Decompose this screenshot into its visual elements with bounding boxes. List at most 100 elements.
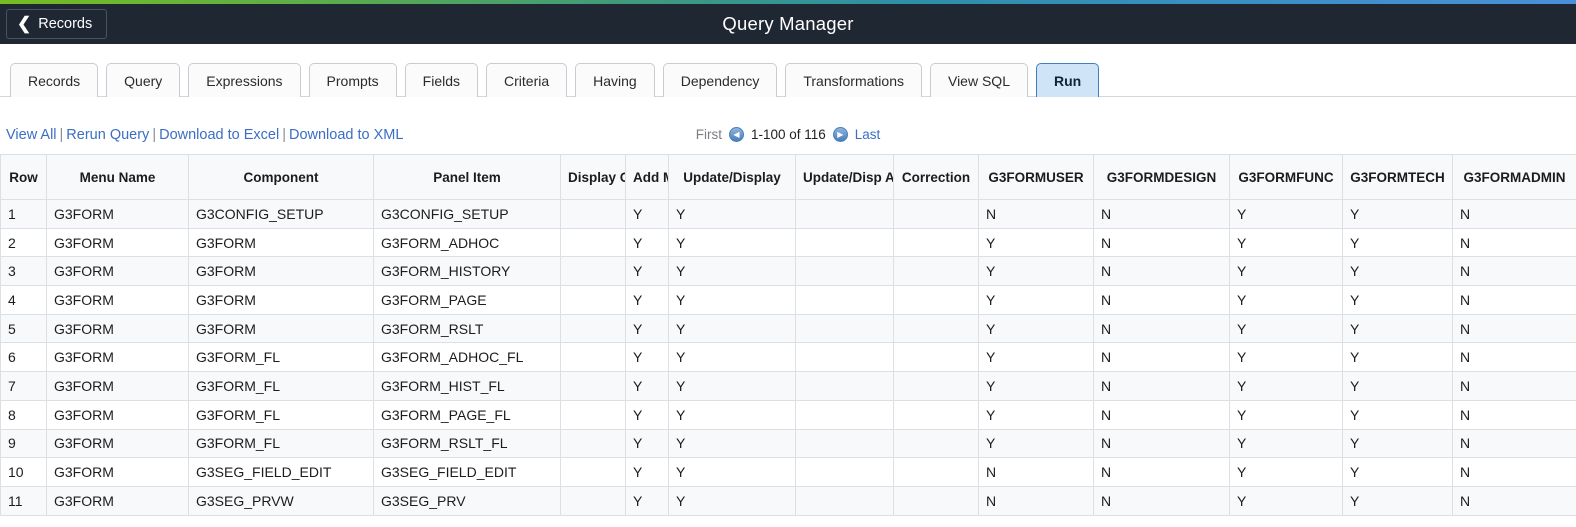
cell-display-only — [560, 256, 626, 287]
table-row: 10 G3FORM G3SEG_FIELD_EDIT G3SEG_FIELD_EDIT… — [0, 457, 1576, 487]
cell-g3formuser: N — [978, 485, 1094, 516]
cell-display-only — [560, 313, 626, 344]
cell-g3formdesign: N — [1093, 485, 1230, 516]
cell-correction — [893, 457, 979, 487]
cell-menu-name: G3FORM — [46, 199, 189, 229]
action-links: View All | Rerun Query | Download to Excel | D… — [0, 127, 403, 143]
tab-transformations[interactable]: Transformations — [785, 63, 922, 97]
column-header-component: Component — [188, 154, 374, 200]
tab-label: Expressions — [206, 72, 283, 89]
cell-add-mode: Y — [625, 227, 669, 258]
cell-g3formtech: Y — [1342, 399, 1453, 430]
cell-component: G3FORM — [188, 227, 374, 258]
cell-menu-name: G3FORM — [46, 485, 189, 516]
cell-g3formadmin: N — [1452, 313, 1576, 344]
cell-panel-item: G3SEG_PRV — [373, 485, 561, 516]
tab-fields[interactable]: Fields — [404, 63, 479, 97]
chevron-left-icon: ❮ — [17, 13, 32, 33]
cell-add-mode: Y — [625, 285, 669, 315]
cell-add-mode: Y — [625, 371, 669, 401]
action-link-download-to-excel[interactable]: Download to Excel — [159, 127, 279, 143]
tab-expressions[interactable]: Expressions — [188, 63, 301, 97]
cell-g3formadmin: N — [1452, 371, 1576, 401]
cell-component: G3FORM_FL — [188, 342, 374, 373]
cell-g3formdesign: N — [1093, 227, 1230, 258]
cell-update-disp-all — [795, 399, 894, 430]
action-link-view-all[interactable]: View All — [6, 127, 57, 143]
cell-g3formadmin: N — [1452, 428, 1576, 459]
back-to-records-button[interactable]: ❮ Records — [6, 9, 108, 39]
cell-display-only — [560, 342, 626, 373]
cell-g3formfunc: Y — [1229, 227, 1343, 258]
cell-correction — [893, 313, 979, 344]
cell-update-disp-all — [795, 313, 894, 344]
cell-g3formuser: Y — [978, 371, 1094, 401]
cell-g3formuser: Y — [978, 285, 1094, 315]
tab-records[interactable]: Records — [10, 63, 99, 97]
cell-g3formfunc: Y — [1229, 399, 1343, 430]
circle-right-arrow-icon[interactable]: ▶ — [832, 127, 848, 142]
cell-panel-item: G3FORM_HISTORY — [373, 256, 561, 287]
tab-view-sql[interactable]: View SQL — [929, 63, 1028, 97]
cell-add-mode: Y — [625, 199, 669, 229]
cell-panel-item: G3FORM_RSLT_FL — [373, 428, 561, 459]
column-header-g3formtech: G3FORMTECH — [1342, 154, 1453, 200]
app-header: ❮ Records Query Manager — [0, 4, 1576, 44]
cell-g3formuser: N — [978, 199, 1094, 229]
cell-display-only — [560, 227, 626, 258]
cell-row: 3 — [0, 256, 47, 287]
cell-row: 11 — [0, 485, 47, 516]
tab-bar: Records Query Expressions Prompts Fields Crit… — [0, 44, 1576, 97]
tab-prompts[interactable]: Prompts — [308, 63, 397, 97]
cell-g3formadmin: N — [1452, 485, 1576, 516]
table-row: 11 G3FORM G3SEG_PRVW G3SEG_PRV Y Y N N Y Y N — [0, 485, 1576, 516]
cell-add-mode: Y — [625, 399, 669, 430]
cell-update-disp-all — [795, 199, 894, 229]
cell-row: 8 — [0, 399, 47, 430]
cell-g3formfunc: Y — [1229, 313, 1343, 344]
tab-label: Fields — [422, 72, 461, 89]
cell-update-display: Y — [668, 199, 796, 229]
pagination-last-label[interactable]: Last — [855, 127, 881, 142]
tab-label: Query — [124, 72, 163, 89]
circle-left-arrow-icon[interactable]: ◀ — [728, 127, 744, 142]
cell-g3formdesign: N — [1093, 256, 1230, 287]
cell-g3formuser: Y — [978, 256, 1094, 287]
cell-update-disp-all — [795, 227, 894, 258]
cell-update-display: Y — [668, 457, 796, 487]
tab-having[interactable]: Having — [575, 63, 655, 97]
back-button-label: Records — [38, 16, 93, 32]
cell-panel-item: G3FORM_PAGE_FL — [373, 399, 561, 430]
tab-criteria[interactable]: Criteria — [486, 63, 568, 97]
table-row: 9 G3FORM G3FORM_FL G3FORM_RSLT_FL Y Y Y N Y Y N — [0, 428, 1576, 459]
cell-component: G3FORM_FL — [188, 399, 374, 430]
cell-g3formuser: Y — [978, 342, 1094, 373]
tab-run[interactable]: Run — [1035, 63, 1100, 97]
cell-g3formadmin: N — [1452, 342, 1576, 373]
cell-g3formdesign: N — [1093, 285, 1230, 315]
cell-menu-name: G3FORM — [46, 457, 189, 487]
cell-component: G3FORM_FL — [188, 428, 374, 459]
cell-g3formfunc: Y — [1229, 371, 1343, 401]
cell-update-display: Y — [668, 399, 796, 430]
cell-row: 5 — [0, 313, 47, 344]
cell-g3formuser: Y — [978, 227, 1094, 258]
tab-query[interactable]: Query — [106, 63, 181, 97]
pagination-first-label[interactable]: First — [696, 127, 722, 142]
cell-g3formfunc: Y — [1229, 285, 1343, 315]
cell-g3formtech: Y — [1342, 256, 1453, 287]
cell-menu-name: G3FORM — [46, 371, 189, 401]
tab-label: Having — [593, 72, 637, 89]
cell-g3formdesign: N — [1093, 199, 1230, 229]
table-row: 8 G3FORM G3FORM_FL G3FORM_PAGE_FL Y Y Y N Y Y N — [0, 399, 1576, 430]
cell-menu-name: G3FORM — [46, 313, 189, 344]
action-link-rerun-query[interactable]: Rerun Query — [66, 127, 149, 143]
tab-dependency[interactable]: Dependency — [662, 63, 778, 97]
action-link-download-to-xml[interactable]: Download to XML — [289, 127, 403, 143]
cell-g3formtech: Y — [1342, 428, 1453, 459]
cell-g3formdesign: N — [1093, 313, 1230, 344]
column-header-g3formfunc: G3FORMFUNC — [1229, 154, 1343, 200]
cell-row: 4 — [0, 285, 47, 315]
cell-display-only — [560, 285, 626, 315]
cell-display-only — [560, 428, 626, 459]
